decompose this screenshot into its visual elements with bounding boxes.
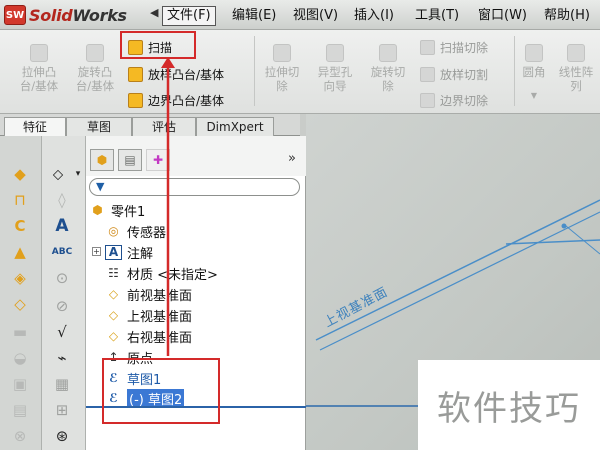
- watermark: 软件技巧: [418, 360, 600, 450]
